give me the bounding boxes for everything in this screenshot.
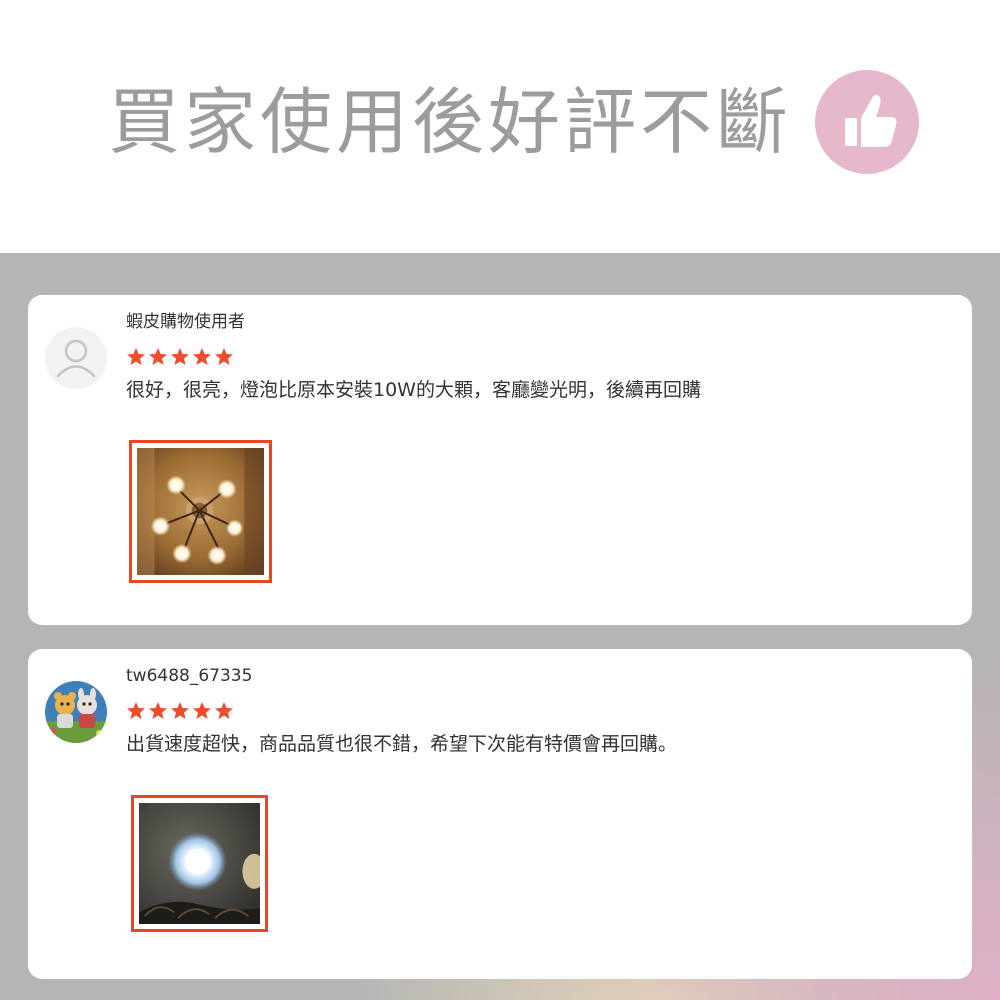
star-icon (149, 702, 167, 719)
review-card: 蝦皮購物使用者 很好，很亮，燈泡比原本安裝10W的大顆，客廳變光明，後續再回購 (28, 295, 972, 625)
star-icon (193, 348, 211, 365)
avatar (45, 327, 107, 389)
review-text: 很好，很亮，燈泡比原本安裝10W的大顆，客廳變光明，後續再回購 (126, 379, 701, 401)
star-icon (171, 702, 189, 719)
thumbs-up-badge (815, 70, 919, 174)
star-icon (171, 348, 189, 365)
avatar (45, 681, 107, 743)
header-banner: 買家使用後好評不斷 (0, 0, 1000, 253)
review-photo[interactable] (131, 795, 268, 932)
star-rating (126, 347, 234, 367)
star-icon (127, 702, 145, 719)
star-icon (127, 348, 145, 365)
star-icon (149, 348, 167, 365)
star-icon (193, 702, 211, 719)
bulb-closeup-photo (139, 803, 260, 924)
chandelier-photo (137, 448, 264, 575)
default-user-icon (56, 339, 96, 378)
reviewer-name: tw6488_67335 (126, 666, 253, 686)
cartoon-bears-avatar (45, 681, 107, 743)
star-icon (215, 702, 233, 719)
thumbs-up-icon (845, 94, 897, 147)
star-icon (215, 348, 233, 365)
page-title: 買家使用後好評不斷 (108, 80, 793, 164)
review-card: tw6488_67335 出貨速度超快，商品品質也很不錯，希望下次能有特價會再回… (28, 649, 972, 979)
review-photo[interactable] (129, 440, 272, 583)
reviewer-name: 蝦皮購物使用者 (126, 312, 245, 332)
review-text: 出貨速度超快，商品品質也很不錯，希望下次能有特價會再回購。 (126, 733, 678, 755)
star-rating (126, 701, 234, 721)
